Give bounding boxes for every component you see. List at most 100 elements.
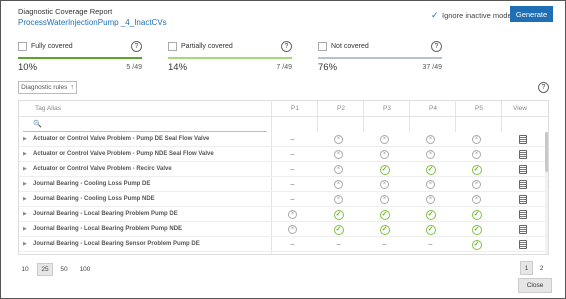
covered-check-icon: ✓ <box>379 224 390 235</box>
view-report-icon[interactable] <box>518 195 527 204</box>
expand-icon[interactable]: ▶ <box>23 136 27 142</box>
view-cell[interactable] <box>517 224 528 235</box>
coverage-cell-p5: ✓ <box>471 209 482 220</box>
coverage-count: 7 /49 <box>276 64 292 71</box>
table-row[interactable]: ▶ Journal Bearing - Local Bearing Sensor … <box>19 237 548 252</box>
not-covered-icon: × <box>472 150 481 159</box>
coverage-cell-p5: ✓ <box>471 224 482 235</box>
col-p4[interactable]: P4 <box>429 105 437 112</box>
coverage-cell-p1: – <box>287 134 298 145</box>
col-tag-alias[interactable]: Tag Alias <box>35 105 61 112</box>
view-cell[interactable] <box>517 134 528 145</box>
coverage-cell-p5: × <box>471 149 482 160</box>
table-row[interactable]: ▶ Journal Bearing - Cooling Loss Pump DE –… <box>19 177 548 192</box>
generate-button[interactable]: Generate <box>510 6 553 22</box>
table-row[interactable]: ▶ Journal Bearing - Cooling Loss Pump NDE… <box>19 192 548 207</box>
not-covered-icon: × <box>334 150 343 159</box>
covered-check-icon: ✓ <box>471 209 482 220</box>
page-button[interactable]: 1 <box>520 261 533 275</box>
coverage-filter-checkbox[interactable] <box>18 42 27 51</box>
coverage-cell-p2: × <box>333 149 344 160</box>
expand-icon[interactable]: ▶ <box>23 211 27 217</box>
coverage-cell-p5: ✓ <box>471 164 482 175</box>
diagnostic-rules-sort-button[interactable]: Diagnostic rules ↑ <box>18 81 77 94</box>
coverage-cell-p5: ✓ <box>471 239 482 250</box>
expand-icon[interactable]: ▶ <box>23 181 27 187</box>
help-icon[interactable]: ? <box>281 41 292 52</box>
page-button[interactable]: 2 <box>535 261 548 275</box>
view-cell[interactable] <box>517 179 528 190</box>
coverage-filter-checkbox[interactable] <box>168 42 177 51</box>
coverage-cell-p1: × <box>287 224 298 235</box>
table-row[interactable]: ▶ Journal Bearing - Local Bearing Problem… <box>19 222 548 237</box>
ignore-inactive-toggle[interactable]: ✓ Ignore inactive models <box>431 10 517 21</box>
coverage-cell-p3: ✓ <box>379 224 390 235</box>
not-covered-icon: × <box>426 195 435 204</box>
covered-check-icon: ✓ <box>333 224 344 235</box>
not-covered-icon: × <box>380 150 389 159</box>
view-cell[interactable] <box>517 149 528 160</box>
tag-search-row[interactable]: 🔍 <box>19 117 271 132</box>
help-icon[interactable]: ? <box>538 82 549 93</box>
dash-icon: – <box>428 241 433 248</box>
expand-icon[interactable]: ▶ <box>23 226 27 232</box>
col-view: View <box>513 105 527 112</box>
view-cell[interactable] <box>517 239 528 250</box>
asset-name: ProcessWaterInjectionPump _4_InactCVs <box>18 18 167 27</box>
view-report-icon[interactable] <box>518 135 527 144</box>
table-row[interactable]: ▶ Journal Bearing - Local Bearing Problem… <box>19 207 548 222</box>
coverage-filter-checkbox[interactable] <box>318 42 327 51</box>
view-report-icon[interactable] <box>518 150 527 159</box>
col-p3[interactable]: P3 <box>383 105 391 112</box>
not-covered-icon: × <box>334 135 343 144</box>
expand-icon[interactable]: ▶ <box>23 241 27 247</box>
col-p1[interactable]: P1 <box>291 105 299 112</box>
coverage-cell-p2: × <box>333 179 344 190</box>
coverage-cell-p2: × <box>333 194 344 205</box>
arrow-up-icon: ↑ <box>70 84 74 91</box>
view-report-icon[interactable] <box>518 210 527 219</box>
coverage-cell-p5: × <box>471 194 482 205</box>
divider <box>317 101 318 132</box>
view-report-icon[interactable] <box>518 225 527 234</box>
scrollbar-thumb[interactable] <box>545 132 548 172</box>
expand-icon[interactable]: ▶ <box>23 196 27 202</box>
view-cell[interactable] <box>517 209 528 220</box>
table-row[interactable]: ▶ Actuator or Control Valve Problem - Rec… <box>19 162 548 177</box>
coverage-report-dialog: Diagnostic Coverage Report ProcessWaterI… <box>0 0 566 299</box>
dash-icon: – <box>336 241 341 248</box>
tag-alias: Journal Bearing - Cooling Loss Pump NDE <box>33 196 155 202</box>
coverage-cell-p2: ✓ <box>333 209 344 220</box>
coverage-cell-p3: – <box>379 239 390 250</box>
coverage-cell-p3: × <box>379 134 390 145</box>
page-size-option[interactable]: 100 <box>77 263 93 276</box>
table-scrollbar[interactable] <box>545 132 548 254</box>
table-row[interactable]: ▶ Actuator or Control Valve Problem - Pum… <box>19 147 548 162</box>
checkmark-icon: ✓ <box>431 10 439 20</box>
close-button[interactable]: Close <box>518 278 552 293</box>
coverage-cell-p1: × <box>287 209 298 220</box>
not-covered-icon: × <box>288 225 297 234</box>
tag-alias: Journal Bearing - Local Bearing Sensor P… <box>33 241 200 247</box>
page-size-option[interactable]: 25 <box>37 263 53 276</box>
coverage-cell-p4: × <box>425 194 436 205</box>
page-size-option[interactable]: 10 <box>19 263 31 276</box>
view-cell[interactable] <box>517 194 528 205</box>
help-icon[interactable]: ? <box>131 41 142 52</box>
not-covered-icon: × <box>472 180 481 189</box>
tag-alias: Actuator or Control Valve Problem - Pump… <box>33 136 210 142</box>
view-report-icon[interactable] <box>518 180 527 189</box>
table-row[interactable]: ▶ Actuator or Control Valve Problem - Pum… <box>19 132 548 147</box>
page-size-option[interactable]: 50 <box>57 263 71 276</box>
not-covered-icon: × <box>334 165 343 174</box>
tag-alias: Journal Bearing - Local Bearing Problem … <box>33 226 183 232</box>
expand-icon[interactable]: ▶ <box>23 166 27 172</box>
view-report-icon[interactable] <box>518 165 527 174</box>
expand-icon[interactable]: ▶ <box>23 151 27 157</box>
col-p2[interactable]: P2 <box>337 105 345 112</box>
view-cell[interactable] <box>517 164 528 175</box>
col-p5[interactable]: P5 <box>475 105 483 112</box>
view-report-icon[interactable] <box>518 240 527 249</box>
table-header: Tag Alias P1 P2 P3 P4 P5 View <box>19 101 548 117</box>
help-icon[interactable]: ? <box>431 41 442 52</box>
